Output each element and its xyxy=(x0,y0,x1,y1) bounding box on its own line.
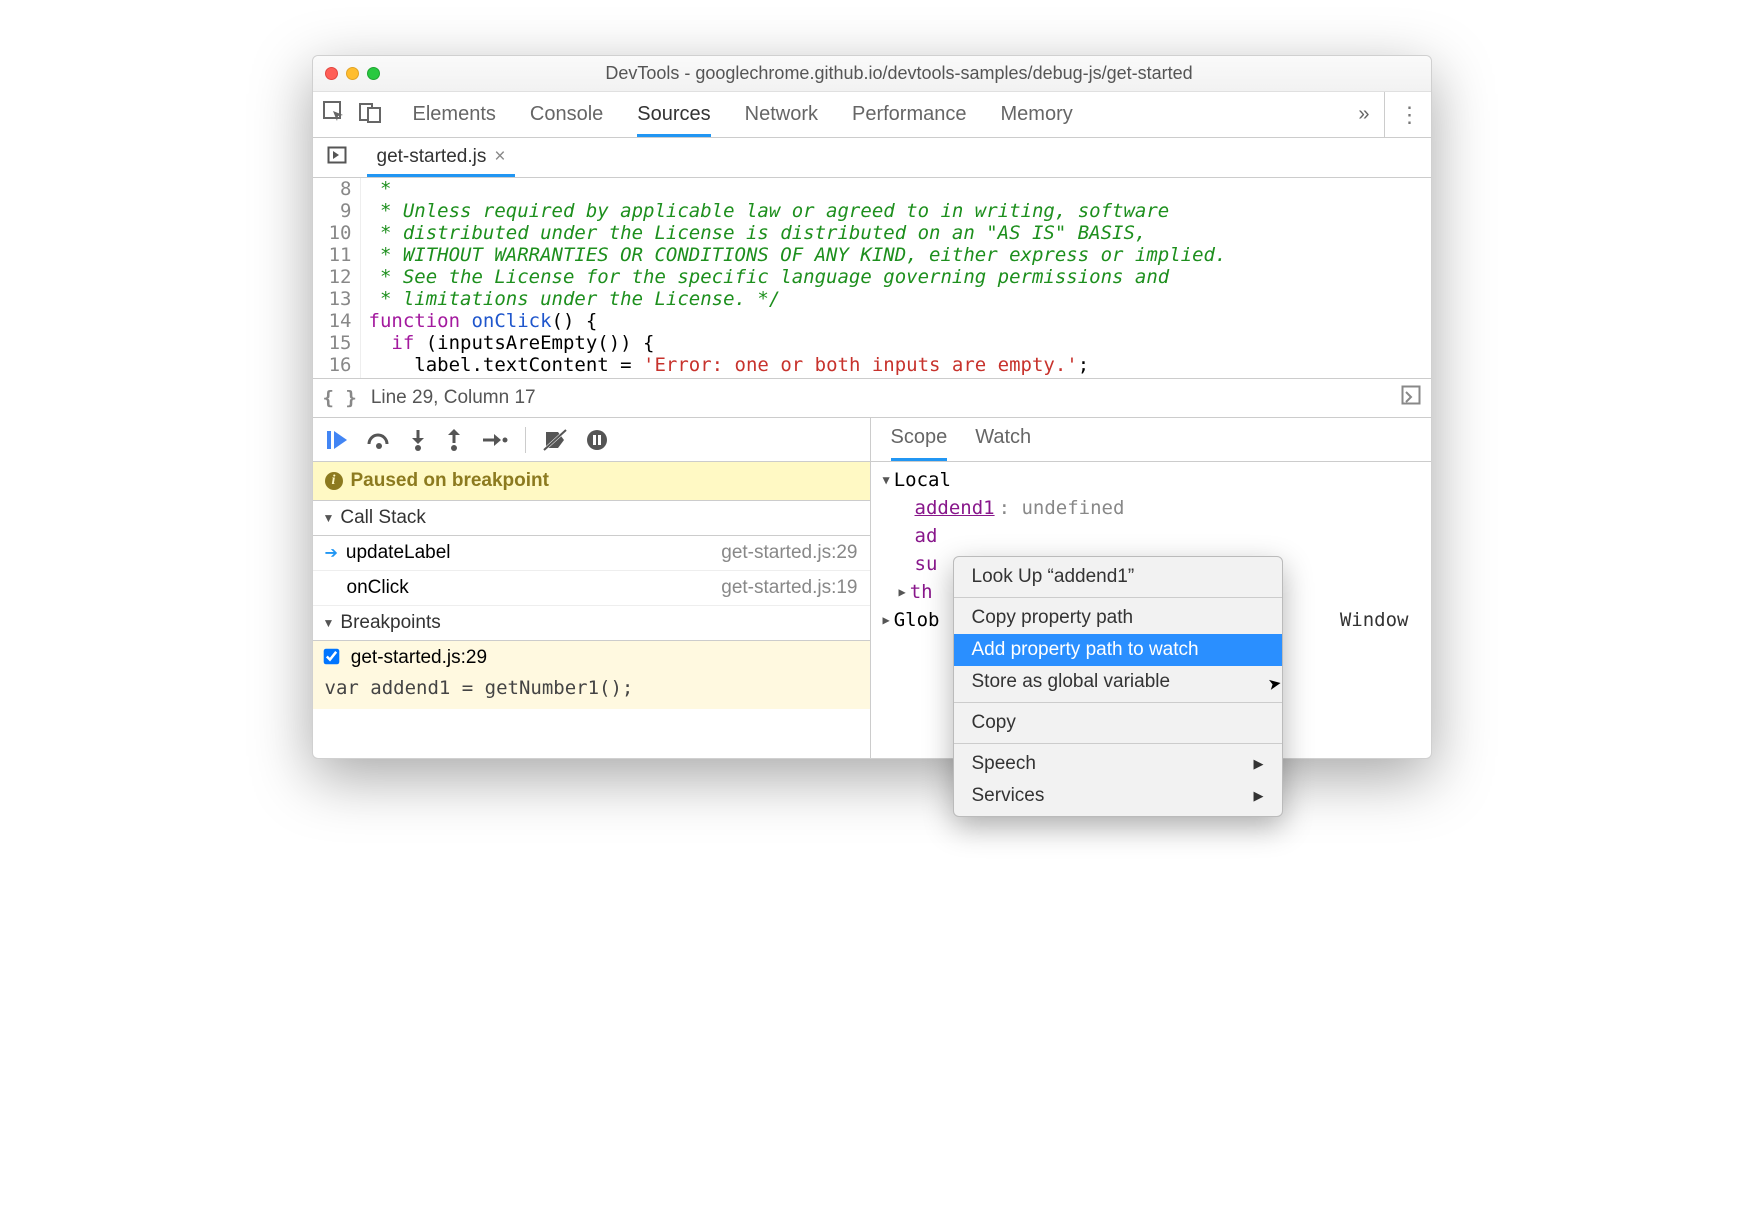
call-stack-frame[interactable]: onClick get-started.js:19 xyxy=(313,571,870,606)
frame-function: updateLabel xyxy=(346,542,451,564)
variable-name: th xyxy=(910,578,933,606)
call-stack-frame[interactable]: updateLabel get-started.js:29 xyxy=(313,536,870,571)
panel-tab-performance[interactable]: Performance xyxy=(852,93,967,137)
scope-tab-scope[interactable]: Scope xyxy=(891,426,948,461)
frame-location: get-started.js:29 xyxy=(721,542,857,564)
context-menu-item[interactable]: Add property path to watch xyxy=(954,634,1282,666)
breakpoint-code: var addend1 = getNumber1(); xyxy=(313,675,870,709)
file-tab[interactable]: get-started.js × xyxy=(367,138,516,177)
expand-icon: ▼ xyxy=(323,616,335,630)
panel-tab-memory[interactable]: Memory xyxy=(1001,93,1073,137)
pretty-print-icon[interactable]: { } xyxy=(323,387,357,409)
breakpoint-label: get-started.js:29 xyxy=(351,647,487,668)
close-tab-icon[interactable]: × xyxy=(494,146,505,168)
scope-tab-watch[interactable]: Watch xyxy=(975,426,1031,461)
context-menu-item[interactable]: Services▶ xyxy=(954,780,1282,812)
line-gutter: 8910111213141516 xyxy=(313,178,361,378)
submenu-arrow-icon: ▶ xyxy=(1254,756,1264,772)
menu-separator xyxy=(954,743,1282,744)
inspect-element-icon[interactable] xyxy=(323,101,345,129)
scope-global-value: Window xyxy=(1340,606,1409,634)
cursor-position: Line 29, Column 17 xyxy=(371,387,536,409)
scope-watch-tabs: Scope Watch xyxy=(871,418,1431,462)
context-menu-item[interactable]: Store as global variable xyxy=(954,666,1282,698)
file-tabbar: get-started.js × xyxy=(313,138,1431,178)
show-navigator-icon[interactable] xyxy=(327,146,347,169)
context-menu-item[interactable]: Speech▶ xyxy=(954,748,1282,780)
variable-name: addend1 xyxy=(915,494,995,522)
panel-tab-network[interactable]: Network xyxy=(745,93,818,137)
variable-name: ad xyxy=(915,522,938,550)
expand-icon: ▼ xyxy=(883,466,890,494)
panel-tabs: Elements Console Sources Network Performance… xyxy=(413,93,1345,137)
menu-separator xyxy=(954,597,1282,598)
scope-variable[interactable]: ad xyxy=(871,522,1431,550)
panel-tab-console[interactable]: Console xyxy=(530,93,603,137)
coverage-toggle-icon[interactable] xyxy=(1401,385,1421,411)
more-tabs-icon[interactable]: » xyxy=(1358,103,1369,126)
device-toolbar-icon[interactable] xyxy=(359,101,381,129)
context-menu-item[interactable]: Copy xyxy=(954,707,1282,739)
editor-status-bar: { } Line 29, Column 17 xyxy=(313,378,1431,418)
submenu-arrow-icon: ▶ xyxy=(1254,788,1264,804)
expand-icon: ▶ xyxy=(883,606,890,634)
scope-variable[interactable]: addend1: undefined xyxy=(871,494,1431,522)
code-content: * * Unless required by applicable law or… xyxy=(361,178,1227,378)
scope-local-header[interactable]: ▼ Local xyxy=(871,466,1431,494)
info-icon: i xyxy=(325,472,343,490)
source-editor[interactable]: 8910111213141516 * * Unless required by … xyxy=(313,178,1431,378)
breakpoints-header[interactable]: ▼ Breakpoints xyxy=(313,606,870,641)
step-into-button[interactable] xyxy=(409,429,427,451)
deactivate-breakpoints-button[interactable] xyxy=(544,430,568,450)
zoom-window-button[interactable] xyxy=(367,67,380,80)
frame-function: onClick xyxy=(347,577,409,599)
paused-message: i Paused on breakpoint xyxy=(313,462,870,501)
context-menu-item[interactable]: Copy property path xyxy=(954,602,1282,634)
breakpoint-item[interactable]: get-started.js:29 xyxy=(313,641,870,675)
variable-name: su xyxy=(915,550,938,578)
call-stack-header[interactable]: ▼ Call Stack xyxy=(313,501,870,536)
close-window-button[interactable] xyxy=(325,67,338,80)
frame-location: get-started.js:19 xyxy=(721,577,857,599)
step-over-button[interactable] xyxy=(367,430,391,450)
file-tab-label: get-started.js xyxy=(377,146,487,168)
panel-tab-elements[interactable]: Elements xyxy=(413,93,496,137)
menu-separator xyxy=(954,702,1282,703)
expand-icon: ▼ xyxy=(323,511,335,525)
expand-icon: ▶ xyxy=(899,578,906,606)
resume-button[interactable] xyxy=(325,429,349,451)
context-menu: Look Up “addend1” Copy property pathAdd p… xyxy=(953,556,1283,817)
context-menu-item[interactable]: Look Up “addend1” xyxy=(954,561,1282,593)
debugger-left-column: i Paused on breakpoint ▼ Call Stack upda… xyxy=(313,418,871,758)
call-stack-list: updateLabel get-started.js:29 onClick get-s… xyxy=(313,536,870,606)
pause-on-exceptions-button[interactable] xyxy=(586,429,608,451)
step-out-button[interactable] xyxy=(445,429,463,451)
titlebar: DevTools - googlechrome.github.io/devtoo… xyxy=(313,56,1431,92)
devtools-window: DevTools - googlechrome.github.io/devtoo… xyxy=(312,55,1432,759)
breakpoints-list: get-started.js:29 var addend1 = getNumber… xyxy=(313,641,870,709)
cursor-icon: ➤ xyxy=(1266,673,1283,695)
minimize-window-button[interactable] xyxy=(346,67,359,80)
traffic-lights xyxy=(325,67,380,80)
panel-tab-sources[interactable]: Sources xyxy=(637,93,710,137)
debug-controls xyxy=(313,418,870,462)
breakpoint-checkbox[interactable] xyxy=(323,649,339,665)
kebab-menu-icon[interactable]: ⋮ xyxy=(1399,102,1421,128)
step-button[interactable] xyxy=(481,431,507,449)
window-title: DevTools - googlechrome.github.io/devtoo… xyxy=(380,63,1419,84)
main-toolbar: Elements Console Sources Network Performance… xyxy=(313,92,1431,138)
